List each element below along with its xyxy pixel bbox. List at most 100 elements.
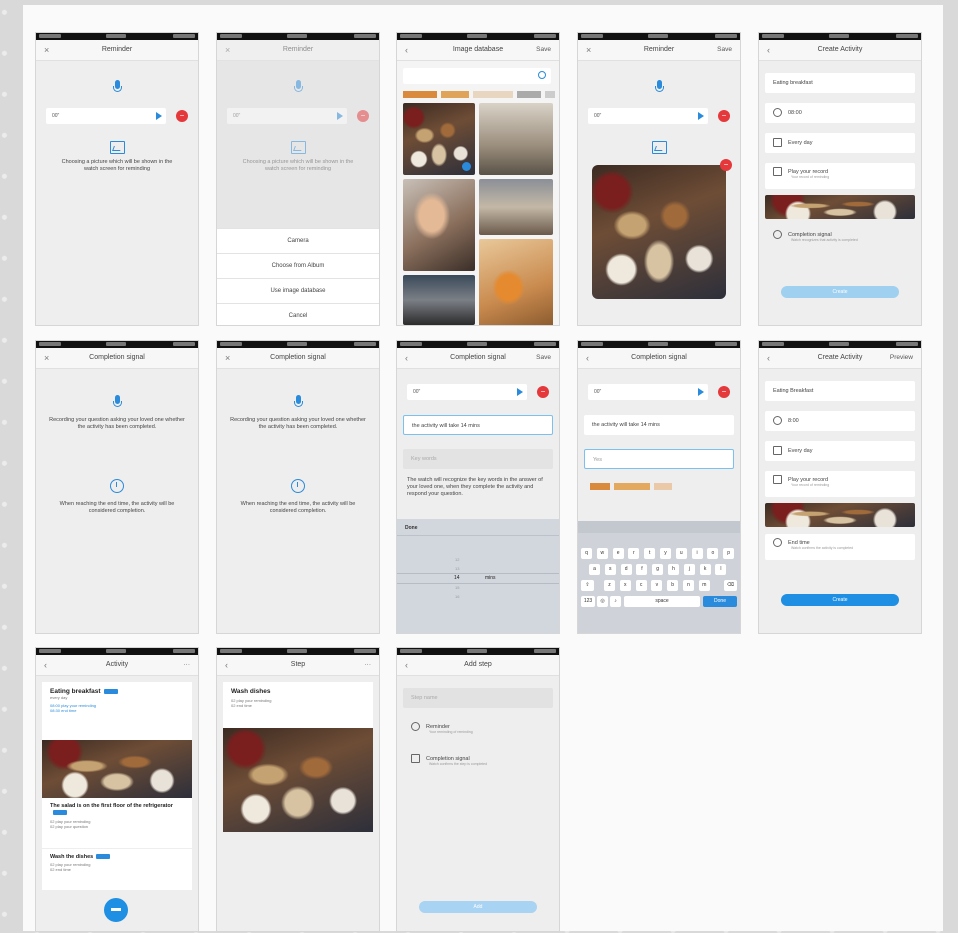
delete-icon[interactable]: − [176, 110, 188, 122]
key-f[interactable]: f [636, 564, 648, 575]
key-n[interactable]: n [683, 580, 694, 591]
key-h[interactable]: h [668, 564, 679, 575]
option-cancel[interactable]: Cancel [217, 303, 379, 325]
step-card[interactable]: Wash dishes 02 play your reminding 02 en… [223, 682, 373, 728]
key-k[interactable]: k [699, 564, 711, 575]
key-r[interactable]: r [628, 548, 640, 559]
key-i[interactable]: i [691, 548, 703, 559]
delete-icon[interactable]: − [718, 386, 730, 398]
recording-bar[interactable]: 00" [407, 384, 527, 400]
category-tag-1[interactable] [403, 91, 437, 98]
close-icon[interactable]: × [44, 348, 49, 368]
recording-bar[interactable]: 00" [588, 384, 708, 400]
key-b[interactable]: b [667, 580, 679, 591]
recording-bar[interactable]: 00" [46, 108, 166, 124]
activity-card-1[interactable]: Eating breakfast every day 08:00 play yo… [42, 682, 192, 740]
checkbox-icon[interactable] [773, 446, 782, 456]
delete-icon[interactable]: − [537, 386, 549, 398]
checkbox-icon[interactable] [773, 138, 782, 148]
back-icon[interactable]: ‹ [44, 655, 47, 675]
play-icon[interactable] [517, 388, 523, 396]
picture-icon[interactable] [652, 141, 667, 154]
activity-name-field[interactable]: Eating breakfast [765, 73, 915, 93]
back-icon[interactable]: ‹ [405, 655, 408, 675]
key-x[interactable]: x [619, 580, 631, 591]
key-s[interactable]: s [604, 564, 616, 575]
back-icon[interactable]: ‹ [767, 348, 770, 368]
microphone-icon[interactable] [112, 395, 123, 411]
clock-icon[interactable] [110, 479, 124, 493]
back-icon[interactable]: ‹ [405, 348, 408, 368]
save-button[interactable]: Save [536, 348, 551, 368]
key-t[interactable]: t [644, 548, 656, 559]
key-a[interactable]: a [589, 564, 600, 575]
search-input[interactable] [403, 68, 551, 84]
search-icon[interactable] [538, 71, 546, 79]
key-j[interactable]: j [683, 564, 695, 575]
play-icon[interactable] [698, 388, 704, 396]
repeat-row[interactable]: Every day [765, 441, 915, 461]
numbers-key[interactable]: 123 [581, 596, 595, 607]
completion-signal-row[interactable]: Completion signal Watch recognizes that a… [765, 226, 915, 252]
keywords-field[interactable]: Key words [403, 449, 553, 469]
key-g[interactable]: g [652, 564, 664, 575]
record-row[interactable]: Play your record Your record of reminding [765, 471, 915, 497]
image-thumb-4[interactable] [479, 179, 553, 235]
back-icon[interactable]: ‹ [767, 40, 770, 60]
duration-field[interactable]: the activity will take 14 mins [403, 415, 553, 435]
option-image-database[interactable]: Use image database [217, 278, 379, 303]
key-z[interactable]: z [604, 580, 615, 591]
key-o[interactable]: o [707, 548, 719, 559]
key-l[interactable]: l [715, 564, 727, 575]
image-thumb-2[interactable] [479, 103, 553, 175]
image-thumb-3[interactable] [403, 179, 475, 271]
keywords-input[interactable]: Yes [584, 449, 734, 469]
key-e[interactable]: e [612, 548, 624, 559]
add-button[interactable]: Add [419, 901, 537, 913]
play-icon[interactable] [156, 112, 162, 120]
keyword-tag-3[interactable] [654, 483, 672, 490]
close-icon[interactable]: × [225, 40, 230, 60]
step-card-2[interactable]: Wash the dishes 02 play your reminding 0… [42, 848, 192, 890]
step-name-input[interactable]: Step name [403, 688, 553, 708]
key-m[interactable]: m [698, 580, 710, 591]
microphone-icon[interactable] [293, 395, 304, 411]
image-thumb-5[interactable] [479, 239, 553, 325]
delete-icon[interactable]: − [718, 110, 730, 122]
keyboard[interactable]: qwertyuiop asdfghjkl zxcvbnm ⇧ ⌫ 123 ◎ ♪ s… [578, 521, 740, 633]
backspace-key[interactable]: ⌫ [724, 580, 737, 591]
key-u[interactable]: u [675, 548, 687, 559]
activity-name-field[interactable]: Eating Breakfast [765, 381, 915, 401]
microphone-icon[interactable] [112, 80, 123, 96]
remove-picture-icon[interactable]: − [720, 159, 732, 171]
time-row[interactable]: 8:00 [765, 411, 915, 431]
duration-picker[interactable]: Done 12 13 14 mins 15 16 [397, 519, 559, 633]
time-row[interactable]: 08:00 [765, 103, 915, 123]
add-step-button[interactable] [104, 898, 128, 922]
image-thumb-1[interactable] [403, 103, 475, 175]
back-icon[interactable]: ‹ [225, 655, 228, 675]
preview-button[interactable]: Preview [890, 348, 913, 368]
reminder-row[interactable]: Reminder Your reminding of reminding [403, 718, 553, 744]
back-icon[interactable]: ‹ [586, 348, 589, 368]
picture-icon[interactable] [110, 141, 125, 154]
done-key[interactable]: Done [703, 596, 737, 607]
save-button[interactable]: Save [536, 40, 551, 60]
keyword-tag-2[interactable] [614, 483, 650, 490]
key-c[interactable]: c [635, 580, 647, 591]
option-album[interactable]: Choose from Album [217, 253, 379, 278]
globe-key[interactable]: ◎ [597, 596, 608, 607]
more-icon[interactable]: ··· [365, 655, 372, 675]
key-q[interactable]: q [581, 548, 592, 559]
close-icon[interactable]: × [225, 348, 230, 368]
save-button[interactable]: Save [717, 40, 732, 60]
key-v[interactable]: v [651, 580, 663, 591]
close-icon[interactable]: × [44, 40, 49, 60]
picker-done-button[interactable]: Done [405, 525, 418, 531]
close-icon[interactable]: × [586, 40, 591, 60]
shift-key[interactable]: ⇧ [581, 580, 594, 591]
key-d[interactable]: d [620, 564, 632, 575]
space-key[interactable]: space [624, 596, 700, 607]
completion-signal-row[interactable]: Completion signal Watch confirms the step… [403, 750, 553, 776]
create-button[interactable]: Create [781, 594, 899, 606]
